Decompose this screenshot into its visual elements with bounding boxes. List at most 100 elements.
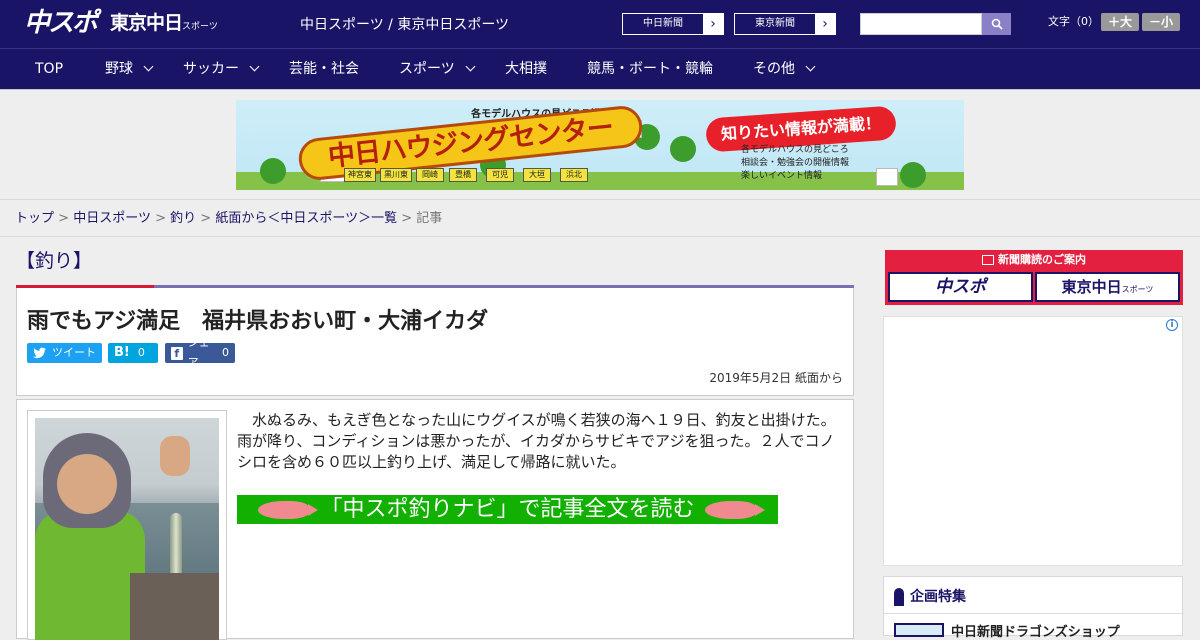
site-header: 中スポ 東京中日スポーツ 中日スポーツ / 東京中日スポーツ 中日新聞 › 東京… [0,0,1200,48]
article-header: 雨でもアジ満足 福井県おおい町・大浦イカダ ツイート B! 0 f シェア 0 … [16,288,854,396]
city-tag: 大垣 [523,168,551,182]
breadcrumb-current: 記事 [416,211,443,226]
article-body: 水ぬるみ、もえぎ色となった山にウグイスが鳴く若狭の海へ１９日、釣友と出掛けた。雨… [16,399,854,640]
nav-item-sports[interactable]: スポーツ [399,49,476,89]
tree-icon [670,136,696,162]
breadcrumb-separator: > [58,211,70,226]
banner-info-line: 各モデルハウスの見どころ [741,145,849,155]
breadcrumb-list[interactable]: 紙面から＜中日スポーツ＞一覧 [215,211,397,226]
breadcrumb-chunichi-sports[interactable]: 中日スポーツ [73,211,151,226]
article-title: 雨でもアジ満足 福井県おおい町・大浦イカダ [27,309,489,334]
nav-item-label: その他 [753,61,795,77]
photo-jacket [35,510,145,640]
search-icon [991,18,1003,30]
nav-item-baseball[interactable]: 野球 [105,49,154,89]
tweet-button[interactable]: ツイート [27,343,102,363]
feature-divider [884,613,1184,614]
subscribe-tokyo-chunichi-button[interactable]: 東京中日スポーツ [1035,272,1180,302]
breadcrumb-fishing[interactable]: 釣り [170,211,196,226]
newspaper-icon [982,255,994,265]
nav-item-entertainment[interactable]: 芸能・社会 [289,49,359,89]
nav-item-soccer[interactable]: サッカー [183,49,260,89]
section-label: 【釣り】 [16,250,93,272]
nav-item-label: 大相撲 [505,61,547,77]
header-tagline: 中日スポーツ / 東京中日スポーツ [300,17,510,33]
city-tag: 神宮東 [344,168,376,182]
chuspo-logo[interactable]: 中スポ [24,9,98,37]
article-photo[interactable] [27,410,227,640]
house-icon [876,168,898,186]
photo-hand [160,436,190,476]
fish-icon [258,500,319,519]
tree-icon [260,158,286,184]
twitter-icon [33,347,46,359]
breadcrumb-separator: > [200,211,212,226]
facebook-share-button[interactable]: f シェア 0 [165,336,235,369]
fishing-navi-link[interactable]: 「中スポ釣りナビ」で記事全文を読む [237,495,778,524]
chunichi-shimbun-button[interactable]: 中日新聞 › [622,13,724,35]
hatena-bookmark-button[interactable]: B! 0 [108,343,158,363]
city-tag: 可児 [486,168,514,182]
housing-center-banner[interactable]: 各モデルハウスの見どころ満載！ 中日ハウジングセンター 知りたい情報が満載！ 各… [236,100,964,190]
city-tag: 黒川東 [380,168,412,182]
breadcrumb: トップ > 中日スポーツ > 釣り > 紙面から＜中日スポーツ＞一覧 > 記事 [15,210,442,228]
nav-item-label: サッカー [183,61,239,77]
banner-divider [0,199,1200,200]
chevron-right-icon: › [703,14,723,34]
chevron-right-icon: › [815,14,835,34]
chevron-down-icon [143,61,154,72]
tokyo-chunichi-logo[interactable]: 東京中日スポーツ [110,11,218,39]
facebook-share-count: 0 [222,346,229,359]
subscription-title: 新聞購読のご案内 [885,252,1183,268]
breadcrumb-divider [0,236,1200,237]
banner-info-line: 相談会・勉強会の開催情報 [741,158,850,168]
subscribe-chuspo-button[interactable]: 中スポ [888,272,1033,302]
feature-item-link[interactable]: 中日新聞ドラゴンズショップ [951,621,1120,640]
nav-divider [0,89,1200,90]
article-body-text: 水ぬるみ、もえぎ色となった山にウグイスが鳴く若狭の海へ１９日、釣友と出掛けた。雨… [237,411,836,471]
main-nav: TOP 野球 サッカー 芸能・社会 スポーツ 大相撲 競馬・ボート・競輪 その他 [0,48,1200,89]
tokyo-shimbun-label: 東京新聞 [755,18,795,29]
font-size-label: 文字（0） [1048,15,1099,28]
search-button[interactable] [982,13,1011,35]
subscribe-tokyo-label: 東京中日 [1061,278,1122,296]
font-large-button[interactable]: ＋大 [1101,13,1139,31]
facebook-share-label: シェア [187,336,210,369]
nav-item-racing[interactable]: 競馬・ボート・競輪 [587,49,713,89]
facebook-icon: f [171,346,183,360]
fishing-navi-label: 「中スポ釣りナビ」で記事全文を読む [320,497,695,522]
nav-item-label: スポーツ [399,61,455,77]
nav-item-label: 芸能・社会 [289,61,359,77]
fish-icon [704,500,765,519]
feature-thumbnail[interactable] [894,623,944,637]
tweet-label: ツイート [52,346,96,359]
subscribe-tokyo-sub: スポーツ [1121,285,1154,294]
tree-icon [900,162,926,188]
breadcrumb-separator: > [155,211,166,226]
tokyo-shimbun-button[interactable]: 東京新聞 › [734,13,836,35]
nav-item-other[interactable]: その他 [753,49,816,89]
city-tag: 浜北 [560,168,588,182]
advertisement[interactable]: i [883,316,1183,566]
subscription-title-text: 新聞購読のご案内 [998,253,1086,266]
tokyo-logo-text: 東京中日 [110,12,183,34]
search-input[interactable] [860,13,982,35]
banner-info-line: 楽しいイベント情報 [741,171,823,181]
photo-face [57,454,117,514]
feature-title-text: 企画特集 [910,589,966,605]
breadcrumb-separator: > [401,211,413,226]
hatena-count: 0 [137,346,145,359]
city-tag: 豊橋 [449,168,477,182]
ad-info-icon[interactable]: i [1166,319,1178,331]
nav-item-sumo[interactable]: 大相撲 [505,49,547,89]
nav-item-label: TOP [35,61,64,77]
nav-item-label: 競馬・ボート・競輪 [587,61,713,77]
subscription-box: 新聞購読のご案内 中スポ 東京中日スポーツ [885,250,1183,305]
breadcrumb-top[interactable]: トップ [15,211,54,226]
font-small-button[interactable]: －小 [1142,13,1180,31]
ribbon-icon [894,588,904,606]
nav-item-top[interactable]: TOP [35,49,63,89]
chunichi-shimbun-label: 中日新聞 [643,18,683,29]
chevron-down-icon [249,61,260,72]
angler-photo [35,418,219,640]
